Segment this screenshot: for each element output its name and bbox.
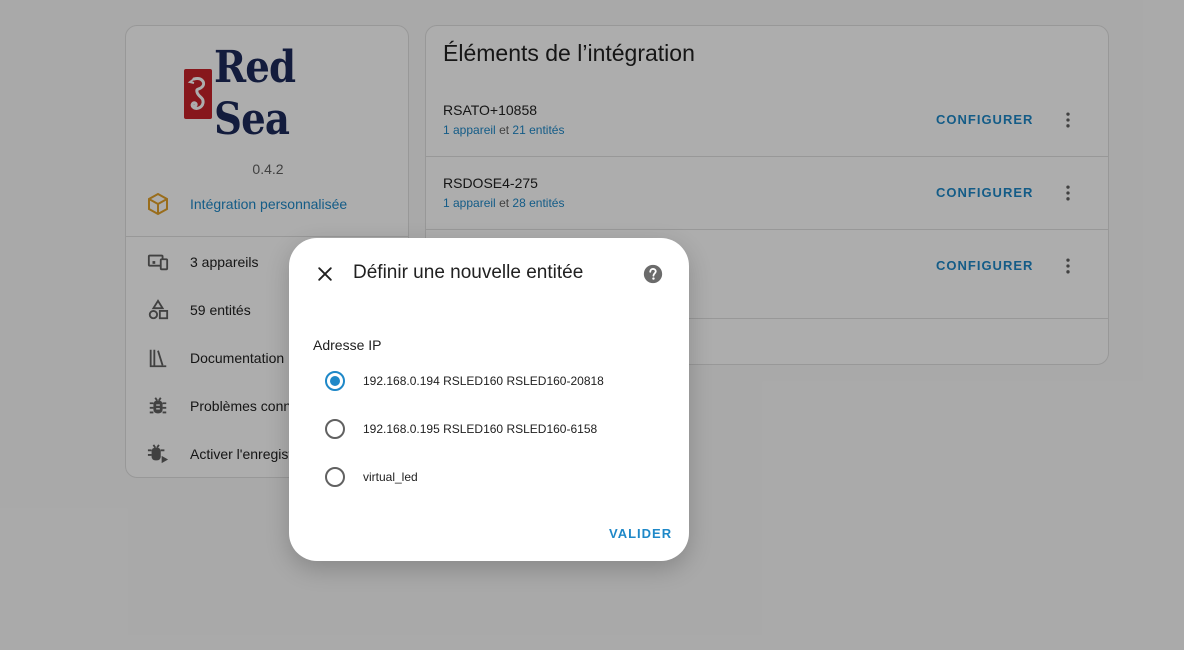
ip-option-label: 192.168.0.195 RSLED160 RSLED160-6158 xyxy=(363,422,598,436)
radio-unchecked-icon[interactable] xyxy=(325,467,345,487)
ip-option-radio[interactable]: virtual_led xyxy=(325,465,418,489)
dialog-title: Définir une nouvelle entitée xyxy=(353,262,584,283)
help-icon[interactable] xyxy=(641,262,665,286)
ip-option-label: 192.168.0.194 RSLED160 RSLED160-20818 xyxy=(363,374,604,388)
radio-checked-icon[interactable] xyxy=(325,371,345,391)
radio-unchecked-icon[interactable] xyxy=(325,419,345,439)
new-entity-dialog: Définir une nouvelle entitée Adresse IP … xyxy=(289,238,689,561)
ip-option-label: virtual_led xyxy=(363,470,418,484)
ip-option-radio[interactable]: 192.168.0.195 RSLED160 RSLED160-6158 xyxy=(325,417,597,441)
ip-option-radio[interactable]: 192.168.0.194 RSLED160 RSLED160-20818 xyxy=(325,369,604,393)
submit-button[interactable]: VALIDER xyxy=(609,526,672,541)
ip-address-label: Adresse IP xyxy=(313,337,382,353)
close-icon[interactable] xyxy=(313,262,337,286)
